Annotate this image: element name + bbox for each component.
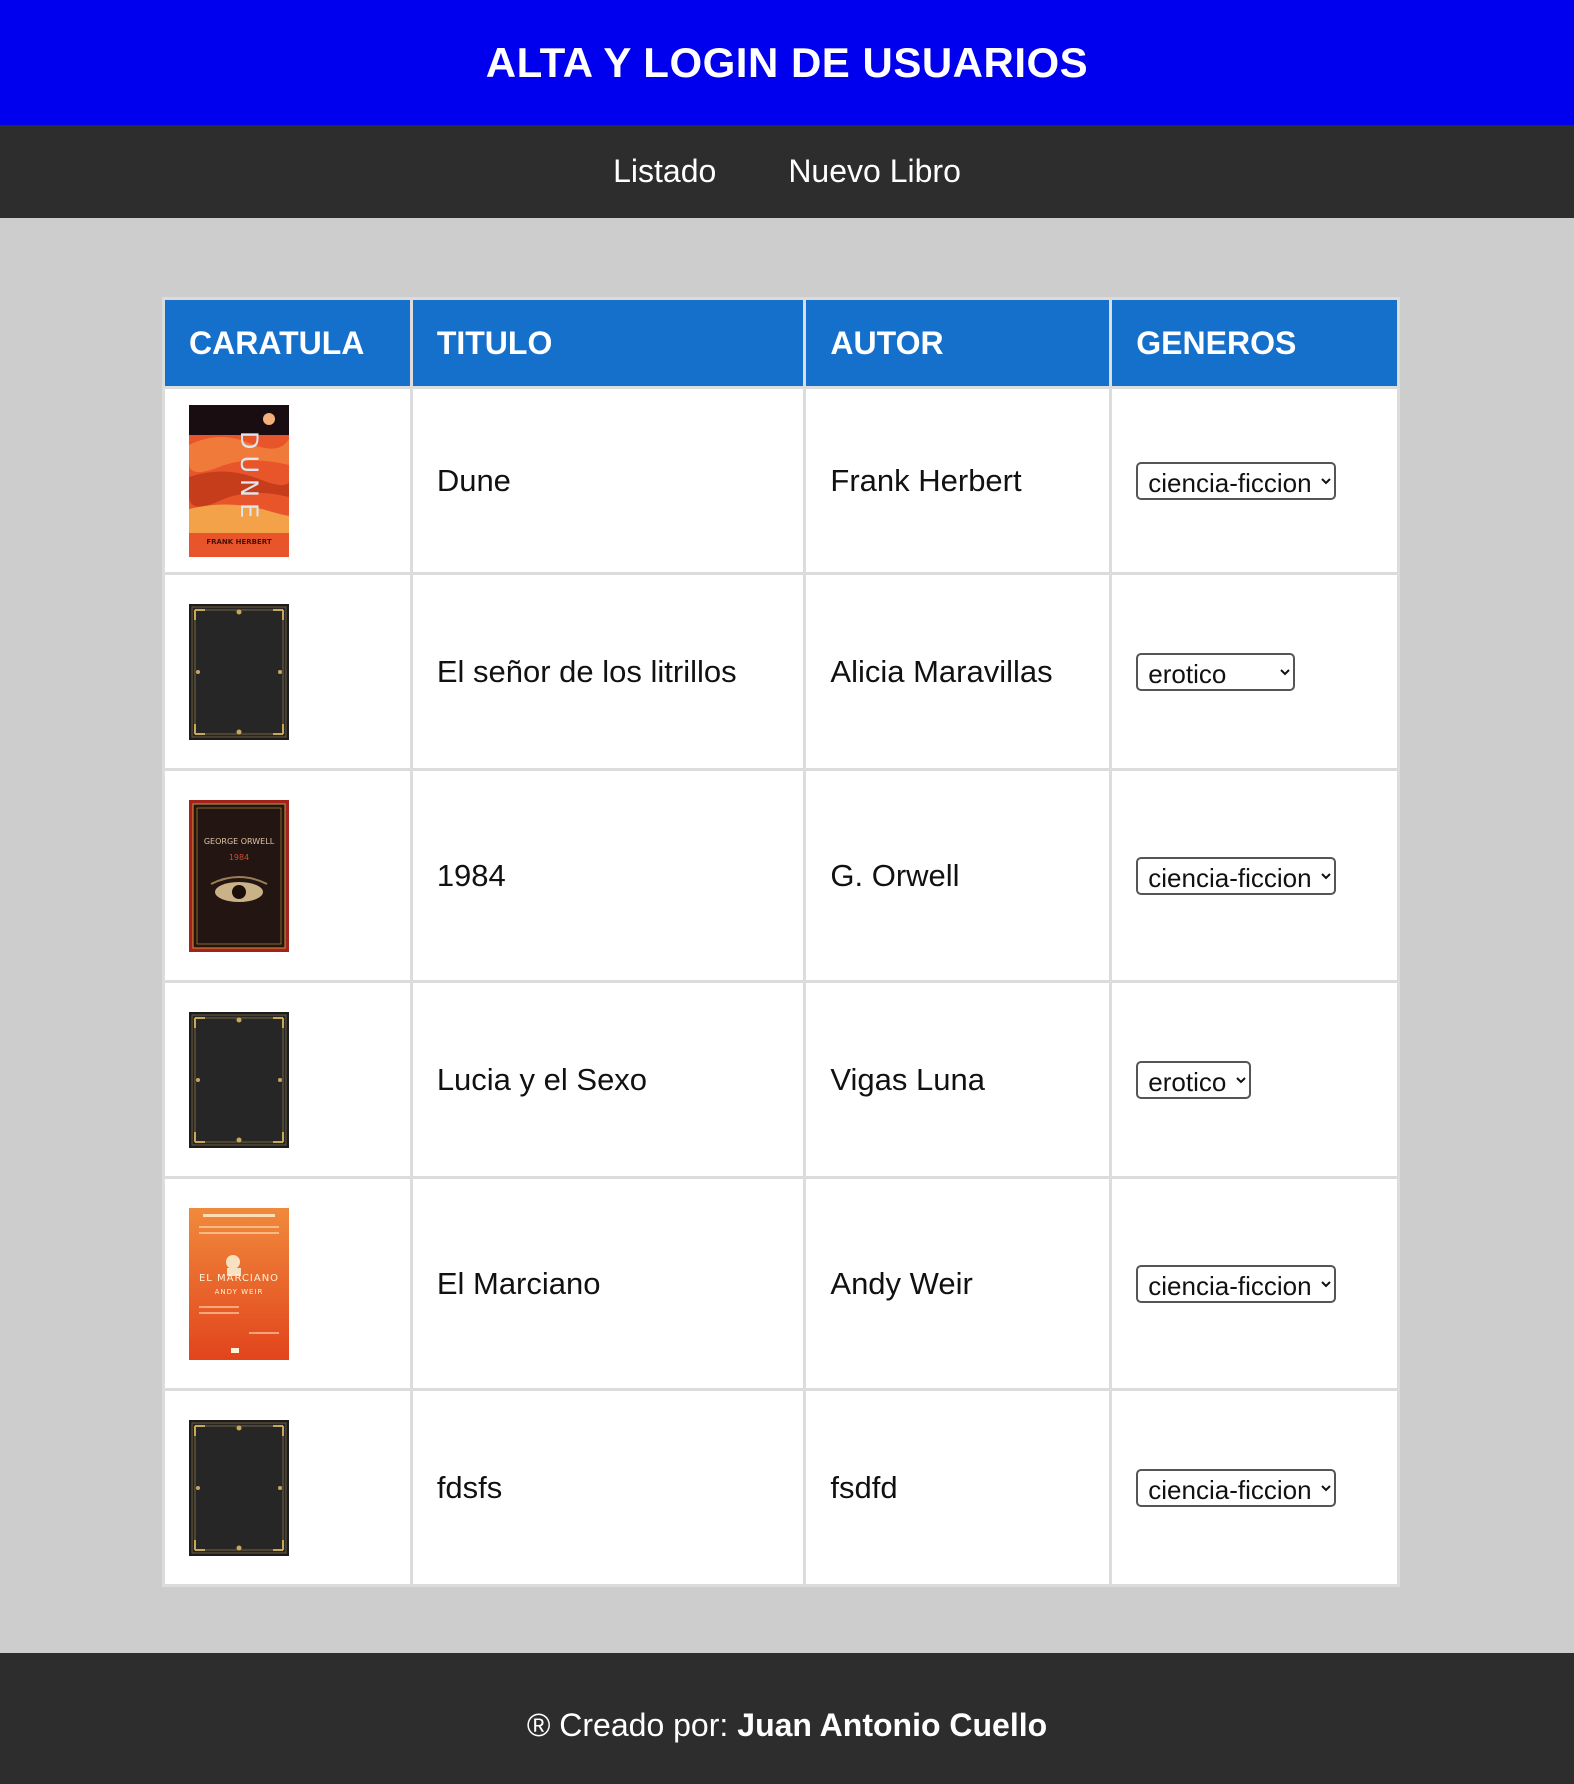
cover-cell [165, 575, 410, 768]
author-cell: Frank Herbert [806, 389, 1110, 572]
author-cell: fsdfd [806, 1391, 1110, 1584]
genre-select[interactable]: ciencia-ficcion [1136, 461, 1337, 500]
nav-link-listado[interactable]: Listado [613, 153, 716, 190]
genre-cell: ciencia-ficcion [1112, 1391, 1397, 1584]
genre-select[interactable]: erotico [1136, 1060, 1252, 1099]
title-cell: fdsfs [412, 1391, 804, 1584]
svg-text:FRANK HERBERT: FRANK HERBERT [206, 538, 272, 546]
svg-text:ANDY WEIR: ANDY WEIR [215, 1288, 264, 1296]
svg-text:EL MARCIANO: EL MARCIANO [199, 1273, 279, 1284]
author-cell: Vigas Luna [806, 983, 1110, 1176]
table-row: DUNE FRANK HERBERT Dune Frank Herbert ci… [165, 389, 1397, 572]
table-row: GEORGE ORWELL 1984 1984 G. Orwell cienci… [165, 771, 1397, 980]
table-row: fdsfs fsdfd ciencia-ficcion [165, 1391, 1397, 1584]
genre-select[interactable]: ciencia-ficcion [1136, 1468, 1337, 1507]
cover-cell [165, 983, 410, 1176]
genre-cell: ciencia-ficcion [1112, 1179, 1397, 1388]
leather-book-cover-image [189, 1419, 289, 1556]
column-header-generos: GENEROS [1112, 300, 1397, 386]
leather-book-cover-image [189, 1011, 289, 1148]
genre-cell: ciencia-ficcion [1112, 771, 1397, 980]
genre-select[interactable]: ciencia-ficcion [1136, 856, 1337, 895]
leather-book-cover-image [189, 603, 289, 740]
books-table: CARATULA TITULO AUTOR GENEROS DUNE FRANK… [162, 297, 1400, 1587]
author-cell: G. Orwell [806, 771, 1110, 980]
svg-text:GEORGE ORWELL: GEORGE ORWELL [204, 837, 275, 846]
author-cell: Andy Weir [806, 1179, 1110, 1388]
title-cell: Lucia y el Sexo [412, 983, 804, 1176]
main-nav: Listado Nuevo Libro [0, 125, 1574, 218]
page-footer: ® Creado por: Juan Antonio Cuello [0, 1653, 1574, 1784]
1984-cover-image: GEORGE ORWELL 1984 [189, 799, 289, 952]
main-content: CARATULA TITULO AUTOR GENEROS DUNE FRANK… [0, 218, 1574, 1653]
genre-select[interactable]: ciencia-ficcion [1136, 1264, 1337, 1303]
title-cell: El Marciano [412, 1179, 804, 1388]
dune-cover-image: DUNE FRANK HERBERT [189, 404, 289, 557]
footer-credit-prefix: ® Creado por: [526, 1707, 729, 1743]
page-header: ALTA Y LOGIN DE USUARIOS [0, 0, 1574, 125]
table-row: EL MARCIANO ANDY WEIR El Marciano Andy W… [165, 1179, 1397, 1388]
genre-cell: erotico [1112, 575, 1397, 768]
cover-cell: GEORGE ORWELL 1984 [165, 771, 410, 980]
table-header-row: CARATULA TITULO AUTOR GENEROS [165, 300, 1397, 386]
cover-cell [165, 1391, 410, 1584]
genre-cell: erotico [1112, 983, 1397, 1176]
svg-text:DUNE: DUNE [235, 431, 263, 524]
cover-cell: EL MARCIANO ANDY WEIR [165, 1179, 410, 1388]
column-header-titulo: TITULO [412, 300, 804, 386]
title-cell: El señor de los litrillos [412, 575, 804, 768]
author-cell: Alicia Maravillas [806, 575, 1110, 768]
footer-author-name: Juan Antonio Cuello [737, 1707, 1048, 1743]
nav-link-nuevo-libro[interactable]: Nuevo Libro [788, 153, 961, 190]
genre-select[interactable]: erotico [1136, 652, 1296, 691]
table-row: El señor de los litrillos Alicia Maravil… [165, 575, 1397, 768]
page-title: ALTA Y LOGIN DE USUARIOS [485, 38, 1089, 86]
column-header-autor: AUTOR [806, 300, 1110, 386]
table-row: Lucia y el Sexo Vigas Luna erotico [165, 983, 1397, 1176]
cover-cell: DUNE FRANK HERBERT [165, 389, 410, 572]
svg-text:1984: 1984 [229, 853, 249, 862]
el-marciano-cover-image: EL MARCIANO ANDY WEIR [189, 1207, 289, 1360]
genre-cell: ciencia-ficcion [1112, 389, 1397, 572]
title-cell: 1984 [412, 771, 804, 980]
column-header-caratula: CARATULA [165, 300, 410, 386]
title-cell: Dune [412, 389, 804, 572]
